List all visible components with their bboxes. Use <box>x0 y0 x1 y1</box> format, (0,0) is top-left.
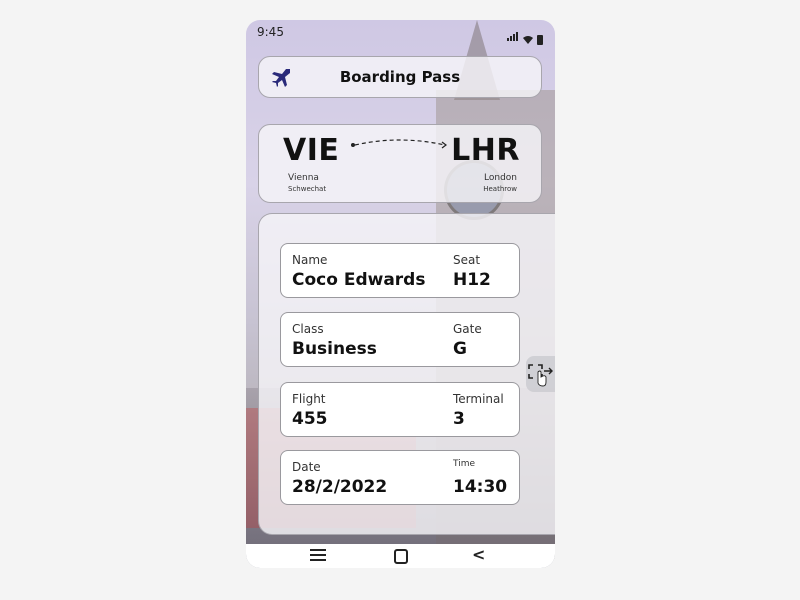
page-title: Boarding Pass <box>339 68 461 86</box>
flight-label: Flight <box>292 392 326 406</box>
back-icon[interactable]: < <box>472 545 485 564</box>
destination-code: LHR <box>451 133 520 168</box>
gate-label: Gate <box>453 322 482 336</box>
origin-city: Vienna <box>288 173 319 183</box>
origin-airport: Schwechat <box>288 185 327 193</box>
scan-icon <box>528 364 553 387</box>
status-bar: 9:45 <box>246 20 555 46</box>
date-label: Date <box>292 460 321 474</box>
gate-value: G <box>453 339 467 359</box>
route-card: VIE LHR Vienna Schwechat London Heathrow <box>258 124 542 203</box>
destination-city: London <box>484 173 517 183</box>
terminal-value: 3 <box>453 409 465 429</box>
terminal-label: Terminal <box>453 392 504 406</box>
status-icons <box>507 26 543 45</box>
class-label: Class <box>292 322 324 336</box>
time-label: Time <box>453 459 476 469</box>
signal-icon <box>507 26 519 45</box>
destination-airport: Heathrow <box>483 185 517 193</box>
flight-value: 455 <box>292 409 328 429</box>
date-value: 28/2/2022 <box>292 477 388 497</box>
home-icon[interactable] <box>394 549 408 564</box>
android-nav-bar: < <box>246 544 555 568</box>
name-label: Name <box>292 253 328 267</box>
phone-screen: 9:45 Boarding Pass VIE LHR Vienna Schwec… <box>246 20 555 568</box>
info-card-passenger: Name Coco Edwards Seat H12 <box>280 243 520 298</box>
info-card-class: Class Business Gate G <box>280 312 520 367</box>
origin-code: VIE <box>283 133 340 168</box>
info-card-date: Date 28/2/2022 Time 14:30 <box>280 450 520 505</box>
wifi-icon <box>523 36 533 44</box>
flight-path-arrow-icon <box>351 139 447 149</box>
header-bar: Boarding Pass <box>258 56 542 98</box>
scan-button[interactable] <box>526 356 555 392</box>
battery-icon <box>537 35 543 45</box>
seat-value: H12 <box>453 270 491 290</box>
status-time: 9:45 <box>257 25 284 39</box>
time-value: 14:30 <box>453 477 508 497</box>
name-value: Coco Edwards <box>292 270 426 290</box>
info-card-flight: Flight 455 Terminal 3 <box>280 382 520 437</box>
seat-label: Seat <box>453 253 481 267</box>
class-value: Business <box>292 339 377 359</box>
menu-icon[interactable] <box>310 549 326 561</box>
